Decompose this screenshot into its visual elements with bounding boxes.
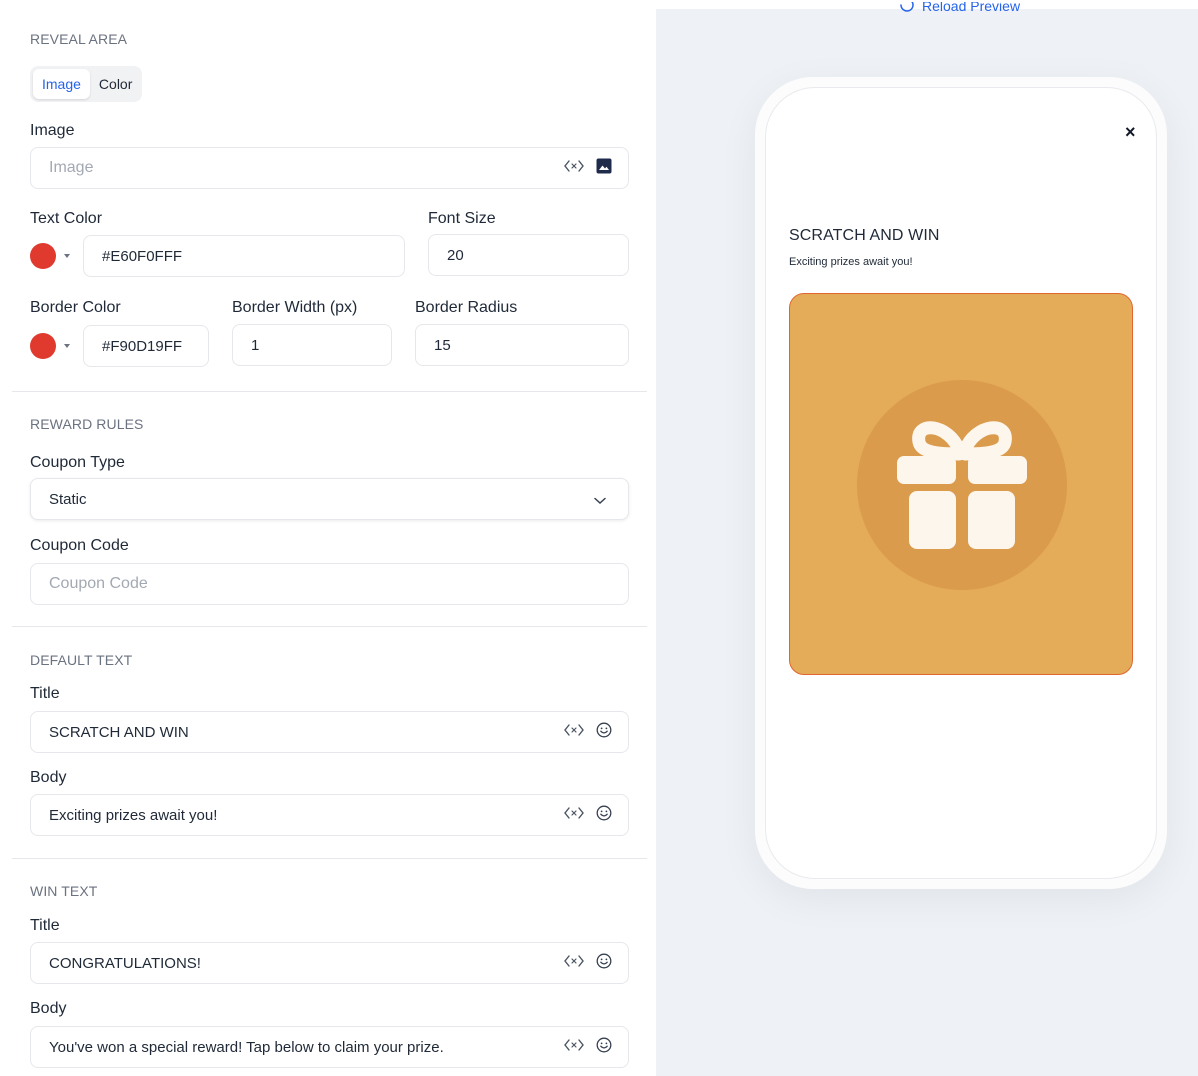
default-body-value: Exciting prizes await you! [49, 806, 218, 824]
default-body-input[interactable]: Exciting prizes await you! [30, 794, 629, 836]
coupon-type-value: Static [49, 490, 87, 508]
preview-title: SCRATCH AND WIN [789, 227, 940, 244]
section-title-reward-rules: REWARD RULES [30, 416, 144, 432]
phone-frame: × SCRATCH AND WIN Exciting prizes await … [755, 77, 1167, 889]
win-body-input[interactable]: You've won a special reward! Tap below t… [30, 1026, 629, 1068]
emoji-icon[interactable] [596, 805, 612, 825]
border-color-input[interactable]: #F90D19FF [83, 325, 209, 367]
variable-code-icon[interactable] [564, 723, 584, 741]
border-color-value: #F90D19FF [102, 337, 183, 355]
gift-icon [897, 421, 1027, 549]
win-title-value: CONGRATULATIONS! [49, 954, 201, 972]
text-color-input[interactable]: #E60F0FFF [83, 235, 405, 277]
border-color-label: Border Color [30, 299, 121, 316]
section-divider [12, 858, 647, 859]
win-body-label: Body [30, 1000, 67, 1017]
win-body-value: You've won a special reward! Tap below t… [49, 1038, 444, 1056]
section-title-default-text: DEFAULT TEXT [30, 652, 133, 668]
section-divider [12, 626, 647, 627]
default-title-input[interactable]: SCRATCH AND WIN [30, 711, 629, 753]
section-title-win-text: WIN TEXT [30, 883, 98, 899]
emoji-icon[interactable] [596, 1037, 612, 1057]
image-input[interactable]: Image [30, 147, 629, 189]
chevron-down-icon [594, 492, 606, 509]
border-width-input[interactable]: 1 [232, 324, 392, 366]
settings-panel: REVEAL AREA Image Color Image Image Text… [0, 0, 656, 1076]
chevron-down-icon[interactable] [64, 254, 70, 258]
default-title-label: Title [30, 685, 60, 702]
text-color-value: #E60F0FFF [102, 247, 183, 265]
reload-preview-label: Reload Preview [922, 2, 1021, 14]
variable-code-icon[interactable] [564, 1038, 584, 1056]
preview-panel: Reload Preview × SCRATCH AND WIN Excitin… [656, 0, 1198, 1076]
coupon-code-label: Coupon Code [30, 537, 129, 554]
gift-badge [857, 380, 1067, 590]
section-title-reveal-area: REVEAL AREA [30, 31, 128, 47]
section-divider [12, 391, 647, 392]
border-width-value: 1 [251, 336, 260, 354]
border-width-label: Border Width (px) [232, 299, 358, 316]
reload-preview-button[interactable]: Reload Preview [898, 2, 1020, 18]
reload-icon [900, 2, 914, 12]
variable-code-icon[interactable] [564, 806, 584, 824]
tab-image[interactable]: Image [33, 69, 90, 99]
variable-code-icon[interactable] [564, 159, 584, 178]
font-size-value: 20 [447, 246, 464, 264]
win-title-label: Title [30, 917, 60, 934]
font-size-input[interactable]: 20 [428, 234, 629, 276]
chevron-down-icon[interactable] [64, 344, 70, 348]
win-title-input[interactable]: CONGRATULATIONS! [30, 942, 629, 984]
coupon-type-label: Coupon Type [30, 454, 125, 471]
border-radius-input[interactable]: 15 [415, 324, 629, 366]
close-icon[interactable]: × [1125, 122, 1136, 143]
border-radius-label: Border Radius [415, 299, 518, 316]
text-color-swatch[interactable] [30, 243, 56, 269]
default-title-value: SCRATCH AND WIN [49, 723, 189, 741]
border-color-swatch[interactable] [30, 333, 56, 359]
text-color-label: Text Color [30, 210, 103, 227]
reveal-type-toggle: Image Color [30, 66, 142, 102]
default-body-label: Body [30, 769, 67, 786]
image-label: Image [30, 122, 75, 139]
emoji-icon[interactable] [596, 722, 612, 742]
image-icon[interactable] [596, 158, 612, 179]
emoji-icon[interactable] [596, 953, 612, 973]
image-input-placeholder: Image [49, 159, 94, 176]
preview-body: Exciting prizes await you! [789, 256, 913, 268]
coupon-code-placeholder: Coupon Code [49, 575, 148, 592]
coupon-type-select[interactable]: Static [30, 478, 629, 520]
coupon-code-input[interactable]: Coupon Code [30, 563, 629, 605]
tab-color[interactable]: Color [90, 69, 141, 99]
border-radius-value: 15 [434, 336, 451, 354]
font-size-label: Font Size [428, 210, 496, 227]
phone-screen: × SCRATCH AND WIN Exciting prizes await … [765, 87, 1157, 879]
scratch-card[interactable] [789, 293, 1133, 675]
variable-code-icon[interactable] [564, 954, 584, 972]
